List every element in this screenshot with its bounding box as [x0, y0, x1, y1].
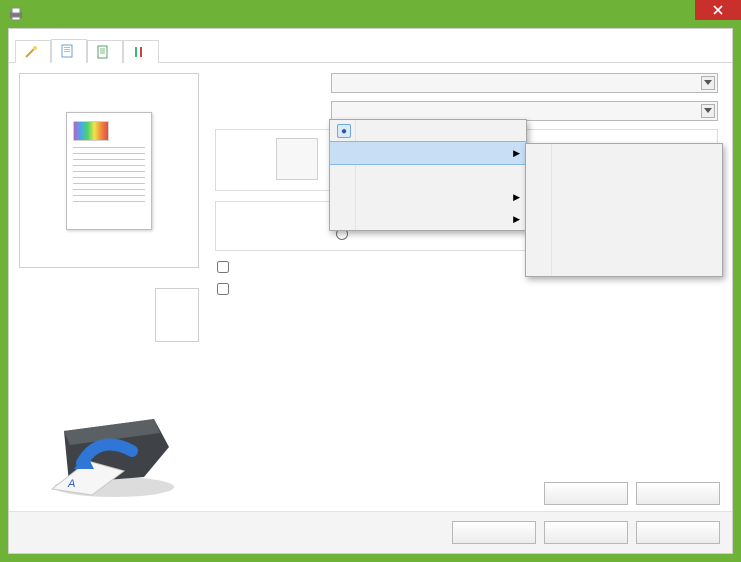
instructions-button[interactable]: [544, 482, 628, 505]
printer-properties-window: A: [0, 0, 741, 562]
svg-text:A: A: [67, 478, 75, 490]
tab-maintenance[interactable]: [123, 40, 159, 63]
document-icon: [60, 44, 74, 58]
orientation-thumb[interactable]: [155, 288, 199, 342]
printer-icon: [8, 6, 24, 22]
printer-illustration: A: [34, 391, 184, 501]
check-icon: ●: [337, 124, 351, 138]
tools-icon: [132, 45, 146, 59]
tab-quick-setup[interactable]: [15, 40, 51, 63]
media-type-menu[interactable]: ● ▶ ▶ ▶: [329, 119, 527, 231]
quality-sample-icon: [276, 138, 318, 180]
tab-main[interactable]: [51, 39, 87, 63]
titlebar: [0, 0, 741, 28]
menu-item-glossy[interactable]: [526, 232, 722, 254]
menu-item-hagaki[interactable]: ▶: [330, 186, 526, 208]
menu-item-plain-paper[interactable]: ●: [330, 120, 526, 142]
help-button[interactable]: [636, 521, 720, 544]
preview-checkbox[interactable]: [217, 283, 718, 295]
menu-item-pro-luster[interactable]: [526, 188, 722, 210]
cancel-button[interactable]: [544, 521, 628, 544]
client-area: A: [8, 28, 733, 554]
close-button[interactable]: [695, 0, 741, 20]
chevron-down-icon: [701, 104, 715, 118]
submenu-arrow-icon: ▶: [513, 214, 520, 225]
chevron-down-icon: [701, 76, 715, 90]
menu-item-semi-gloss[interactable]: [526, 210, 722, 232]
submenu-arrow-icon: ▶: [513, 192, 520, 203]
menu-item-envelope[interactable]: [330, 164, 526, 186]
ok-button[interactable]: [452, 521, 536, 544]
photo-paper-submenu[interactable]: [525, 143, 723, 277]
menu-item-other-paper[interactable]: ▶: [330, 208, 526, 230]
menu-item-photo-paper[interactable]: ▶: [330, 142, 526, 164]
media-type-combo[interactable]: [331, 73, 718, 93]
wand-icon: [24, 45, 38, 59]
page-preview: [19, 73, 199, 268]
paper-source-combo[interactable]: [331, 101, 718, 121]
page-preview-sheet: [66, 112, 152, 230]
dialog-footer: [9, 511, 732, 553]
submenu-arrow-icon: ▶: [513, 148, 520, 159]
page-icon: [96, 45, 110, 59]
menu-item-glossy2[interactable]: [526, 144, 722, 166]
menu-item-pro-platinum[interactable]: [526, 166, 722, 188]
menu-item-matte[interactable]: [526, 254, 722, 276]
left-column: A: [9, 63, 209, 511]
tabstrip: [9, 29, 732, 63]
close-icon: [713, 5, 723, 15]
tab-page[interactable]: [87, 40, 123, 63]
defaults-button[interactable]: [636, 482, 720, 505]
